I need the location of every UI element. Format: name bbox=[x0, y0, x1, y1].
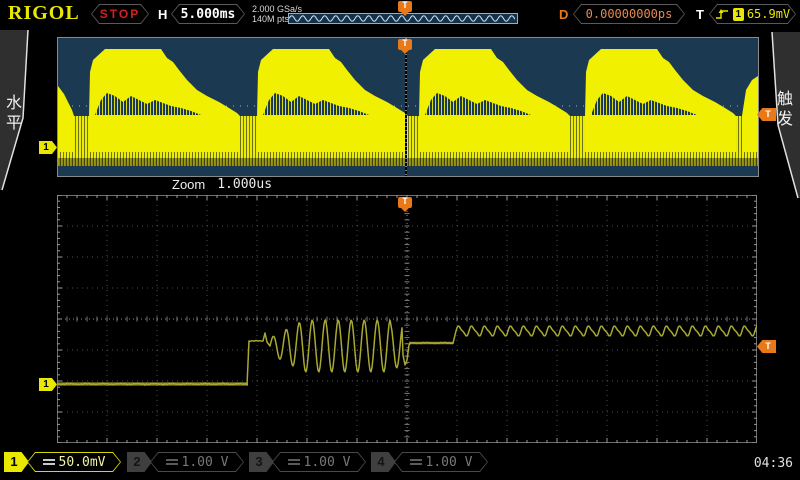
clock: 04:36 bbox=[754, 456, 793, 471]
channel1-offset-marker-zoom[interactable]: 1 bbox=[39, 378, 57, 391]
channel4-coupling-icon bbox=[410, 459, 422, 465]
trigger-level-marker-main[interactable]: T bbox=[757, 108, 776, 121]
channel1-coupling-icon bbox=[43, 459, 55, 465]
timebase-value: 5.000ms bbox=[172, 5, 244, 23]
channel4-scale-value: 1.00 V bbox=[426, 455, 473, 470]
channel3-scale-value: 1.00 V bbox=[304, 455, 351, 470]
trigger-level-value: 65.9mV bbox=[747, 7, 790, 21]
channel-status-bar: 1 50.0mV 2 1.00 V 3 1.0 bbox=[0, 452, 800, 474]
rigol-logo: RIGOL bbox=[8, 2, 80, 25]
tab-horizontal-menu[interactable]: 水 平 bbox=[0, 30, 38, 195]
tab-horizontal-char2: 平 bbox=[6, 113, 22, 132]
channel3-scale-pill[interactable]: 1.00 V bbox=[272, 452, 366, 472]
tab-horizontal-char1: 水 bbox=[6, 93, 22, 112]
delay-value: 0.00000000ps bbox=[574, 5, 684, 23]
trigger-readout[interactable]: 1 65.9mV bbox=[709, 4, 796, 24]
trigger-position-marker-zoom[interactable]: T bbox=[398, 197, 412, 208]
tab-trigger-char1: 触 bbox=[777, 89, 793, 108]
main-waveform-display bbox=[57, 37, 759, 177]
channel2-scale-pill[interactable]: 1.00 V bbox=[150, 452, 244, 472]
delay-readout[interactable]: 0.00000000ps bbox=[573, 4, 685, 24]
trigger-label: T bbox=[696, 7, 704, 22]
horizontal-label: H bbox=[158, 7, 167, 22]
trigger-position-marker-header[interactable]: T bbox=[398, 1, 412, 12]
zoom-waveform-display bbox=[57, 195, 757, 443]
trigger-position-marker-main[interactable]: T bbox=[398, 39, 412, 50]
trigger-level-marker-zoom[interactable]: T bbox=[757, 340, 776, 353]
channel3-badge[interactable]: 3 bbox=[249, 452, 274, 472]
run-state-button[interactable]: STOP bbox=[91, 4, 149, 24]
channel4-badge[interactable]: 4 bbox=[371, 452, 396, 472]
channel2-badge[interactable]: 2 bbox=[127, 452, 152, 472]
header-bar: RIGOL STOP H 5.000ms 2.000 GSa/s 140M pt… bbox=[0, 0, 800, 28]
oscilloscope-screen: RIGOL STOP H 5.000ms 2.000 GSa/s 140M pt… bbox=[0, 0, 800, 480]
zoom-label: Zoom bbox=[172, 177, 205, 192]
run-state-label: STOP bbox=[92, 5, 148, 23]
timebase-readout[interactable]: 5.000ms bbox=[171, 4, 245, 24]
tab-trigger-char2: 发 bbox=[777, 109, 793, 128]
channel3-coupling-icon bbox=[288, 459, 300, 465]
zoom-readout: Zoom 1.000us bbox=[172, 177, 272, 192]
channel1-badge[interactable]: 1 bbox=[4, 452, 29, 472]
channel1-scale-pill[interactable]: 50.0mV bbox=[27, 452, 121, 472]
channel4-scale-pill[interactable]: 1.00 V bbox=[394, 452, 488, 472]
channel1-offset-marker-main[interactable]: 1 bbox=[39, 141, 57, 154]
trigger-source-badge: 1 bbox=[733, 8, 744, 21]
channel2-scale-value: 1.00 V bbox=[182, 455, 229, 470]
trigger-edge-icon bbox=[715, 8, 730, 20]
delay-label: D bbox=[559, 7, 568, 22]
channel1-scale-value: 50.0mV bbox=[59, 455, 106, 470]
channel2-coupling-icon bbox=[166, 459, 178, 465]
zoom-scale-value: 1.000us bbox=[217, 177, 272, 192]
